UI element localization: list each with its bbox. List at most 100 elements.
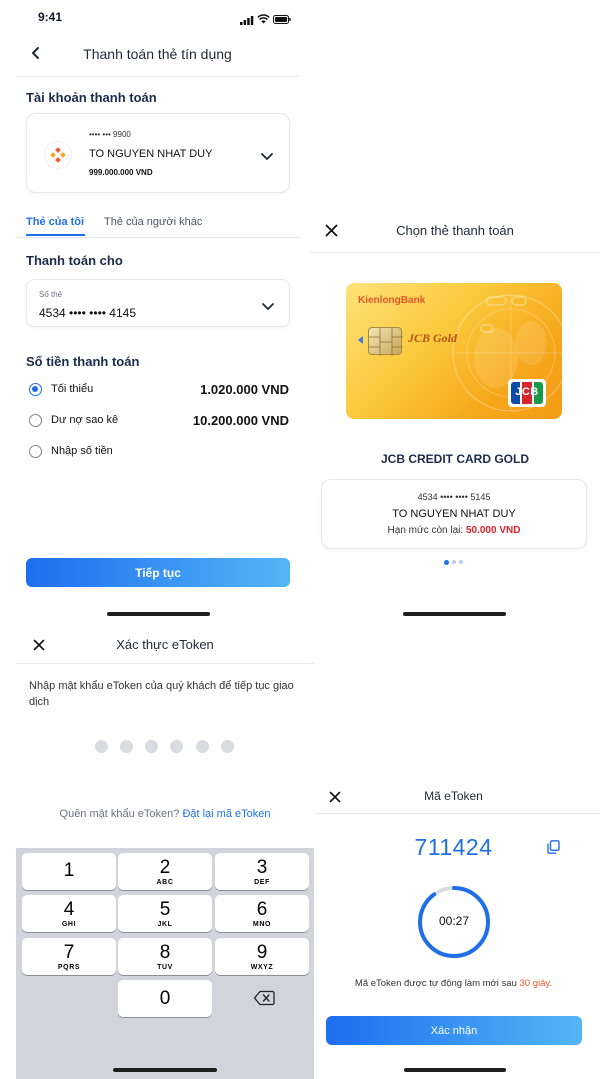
card-limit-row: Hạn mức còn lại: 50.000 VND (322, 525, 586, 536)
account-holder: TO NGUYEN NHAT DUY (89, 148, 213, 160)
home-indicator (403, 612, 506, 616)
radio-minimum[interactable] (29, 383, 42, 396)
account-section-title: Tài khoản thanh toán (26, 90, 157, 105)
key-letters: MNO (252, 920, 272, 928)
payment-screen: 9:41 Thanh toán thẻ tín dụng Tài khoản t… (16, 0, 299, 620)
pager-dot[interactable] (452, 560, 456, 564)
card-chip (368, 327, 403, 356)
card-limit-label: Hạn mức còn lại: (387, 525, 464, 536)
key-digit: 7 (63, 941, 75, 963)
key-digit: 3 (256, 856, 268, 878)
credit-card-image[interactable]: KienlongBank JCB Gold JCB (346, 283, 562, 419)
option-statement-label: Dư nợ sao kê (51, 414, 119, 426)
account-number: •••• ••• 9900 (89, 130, 131, 139)
key-digit: 8 (159, 941, 171, 963)
card-info-box: 4534 •••• •••• 5145 TO NGUYEN NHAT DUY H… (321, 479, 587, 549)
key-letters: JKL (157, 920, 173, 928)
card-bank-logo: KienlongBank (358, 295, 426, 306)
card-limit-value: 50.000 VND (465, 525, 521, 536)
key-7[interactable]: 7 PQRS (22, 938, 116, 975)
card-field-label: Số thẻ (39, 290, 63, 299)
numeric-keypad: 1 2 ABC 3 DEF 4 GHI 5 JKL 6 MNO 7 PQRS 8 TUV 9W… (16, 848, 314, 1079)
key-letters: DEF (254, 878, 270, 886)
home-indicator (107, 612, 210, 616)
sheet-divider (310, 252, 600, 253)
tab-other-cards[interactable]: Thẻ của người khác (104, 216, 202, 228)
option-statement-amount: 10.200.000 VND (192, 413, 289, 428)
card-name: JCB CREDIT CARD GOLD (380, 452, 529, 466)
verify-instruction: Nhập mật khẩu eToken của quý khách để ti… (29, 680, 294, 708)
forgot-row: Quên mật khẩu eToken? Đặt lại mã eToken (16, 808, 314, 820)
etoken-code-screen: Mã eToken 711424 00:27 Mã eToken được tự… (315, 775, 600, 1079)
jcb-logo: JCB (508, 379, 546, 407)
continue-button[interactable]: Tiếp tục (26, 558, 290, 587)
copy-icon[interactable] (547, 840, 560, 859)
pager-dot[interactable] (459, 560, 463, 564)
battery-icon (273, 11, 291, 29)
signal-icon (240, 12, 254, 30)
countdown-text: 00:27 (438, 914, 470, 928)
key-3[interactable]: 3 DEF (215, 853, 309, 890)
verify-title: Xác thực eToken (116, 637, 214, 652)
key-6[interactable]: 6 MNO (215, 895, 309, 932)
verify-divider (16, 663, 314, 664)
refresh-seconds: 30 giây. (519, 978, 553, 989)
bank-logo-icon (45, 142, 71, 168)
key-digit: 0 (159, 988, 171, 1009)
radio-custom-amount[interactable] (29, 445, 42, 458)
pin-dot (145, 740, 158, 753)
account-selector[interactable]: •••• ••• 9900 TO NGUYEN NHAT DUY 999.000… (26, 113, 290, 193)
option-minimum-amount: 1.020.000 VND (200, 382, 289, 397)
pin-dot (170, 740, 183, 753)
key-4[interactable]: 4 GHI (22, 895, 116, 932)
home-indicator (404, 1068, 506, 1072)
amount-title: Số tiền thanh toán (26, 354, 140, 369)
key-digit: 4 (63, 898, 75, 920)
jcb-logo-text: JCB (515, 386, 539, 398)
key-5[interactable]: 5 JKL (118, 895, 212, 932)
option-minimum-label: Tối thiểu (51, 383, 94, 395)
key-0[interactable]: 0 (118, 980, 212, 1017)
key-digit: 6 (256, 898, 268, 920)
key-letters: PQRS (57, 963, 81, 971)
page-title: Thanh toán thẻ tín dụng (83, 46, 232, 62)
backspace-icon[interactable] (253, 990, 275, 1011)
refresh-note: Mã eToken được tự động làm mới sau 30 gi… (315, 978, 592, 989)
key-letters: TUV (157, 963, 173, 971)
key-9[interactable]: 9 WXYZ (215, 938, 309, 975)
account-balance: 999.000.000 VND (89, 168, 153, 177)
refresh-text: Mã eToken được tự động làm mới sau (354, 978, 517, 989)
chevron-down-icon (261, 299, 275, 317)
key-1[interactable]: 1 (22, 853, 116, 890)
pin-dot (196, 740, 209, 753)
confirm-button[interactable]: Xác nhận (326, 1016, 582, 1045)
card-masked-number: 4534 •••• •••• 5145 (417, 492, 491, 502)
code-title: Mã eToken (424, 789, 483, 803)
reset-etoken-link[interactable]: Đặt lại mã eToken (182, 808, 270, 820)
card-field-value: 4534 •••• •••• 4145 (39, 306, 137, 320)
tab-my-cards[interactable]: Thẻ của tôi (26, 216, 84, 228)
card-number-field[interactable]: Số thẻ 4534 •••• •••• 4145 (26, 279, 290, 327)
key-digit: 9 (256, 941, 268, 963)
pay-for-title: Thanh toán cho (26, 253, 123, 268)
key-digit: 1 (63, 860, 75, 881)
card-contactless-mark (358, 336, 363, 344)
pager-dot-active[interactable] (444, 560, 449, 565)
pin-dot (221, 740, 234, 753)
pin-dot (95, 740, 108, 753)
home-indicator (113, 1068, 217, 1072)
code-divider (315, 813, 600, 814)
pin-dot (120, 740, 133, 753)
key-letters: WXYZ (250, 963, 274, 971)
key-2[interactable]: 2 ABC (118, 853, 212, 890)
forgot-text: Quên mật khẩu eToken? (59, 808, 180, 820)
key-digit: 5 (159, 898, 171, 920)
radio-statement-balance[interactable] (29, 414, 42, 427)
sheet-title: Chọn thẻ thanh toán (396, 223, 514, 238)
choose-card-screen: Chọn thẻ thanh toán KienlongBank JCB Gol… (310, 210, 600, 620)
tab-active-underline (26, 234, 85, 236)
key-8[interactable]: 8 TUV (118, 938, 212, 975)
chevron-down-icon (260, 149, 274, 167)
option-custom-label: Nhập số tiền (51, 445, 113, 457)
countdown-ring: 00:27 (416, 884, 492, 960)
